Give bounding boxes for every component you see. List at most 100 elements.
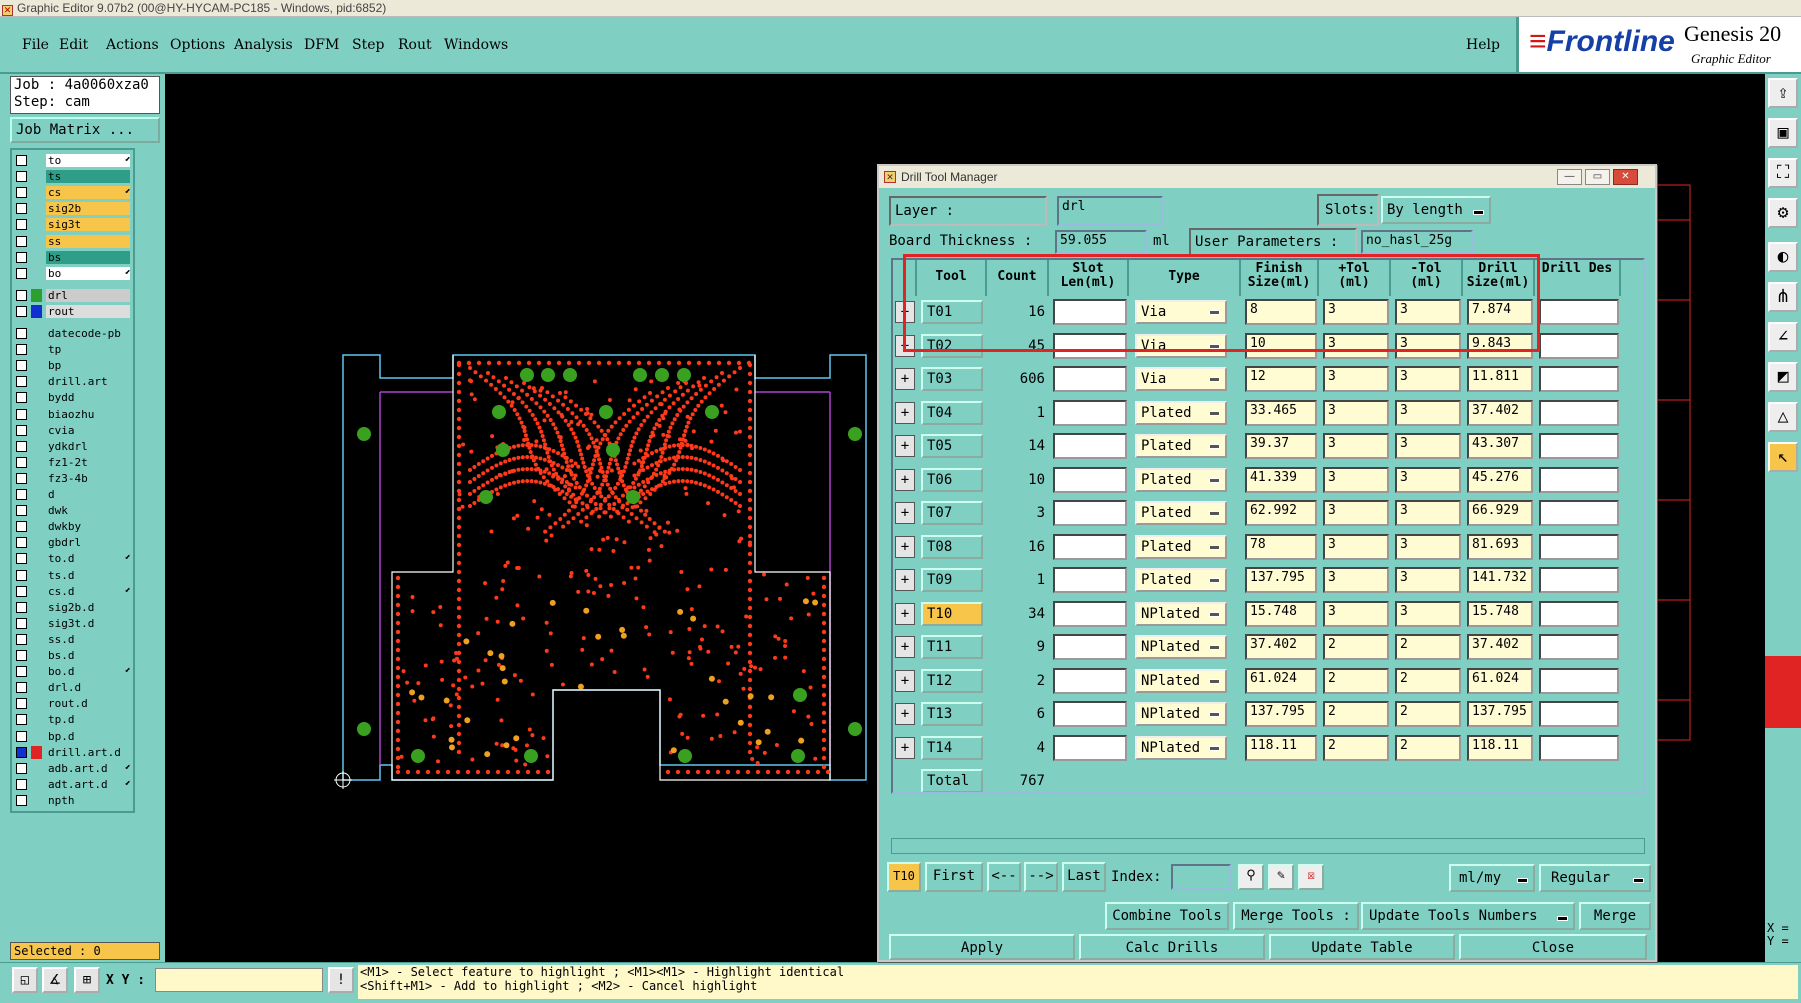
- finish-size-input[interactable]: 61.024: [1245, 667, 1317, 694]
- layer-name[interactable]: drl.d: [46, 681, 130, 695]
- layer-checkbox[interactable]: [16, 328, 27, 339]
- tools-icon[interactable]: ⚙: [1768, 198, 1798, 228]
- menu-rout[interactable]: Rout: [398, 37, 432, 53]
- table-row[interactable]: + T07 3 Plated 62.992 3 3 66.929: [893, 497, 1643, 531]
- menu-options[interactable]: Options: [170, 37, 225, 53]
- minus-tol-input[interactable]: 3: [1395, 399, 1461, 426]
- layer-checkbox[interactable]: [16, 569, 27, 581]
- angle-icon[interactable]: ∠: [1768, 322, 1798, 352]
- expand-icon[interactable]: +: [895, 703, 915, 725]
- slot-len-input[interactable]: [1053, 567, 1127, 593]
- table-row[interactable]: + T13 6 NPlated 137.795 2 2 137.795: [893, 698, 1643, 732]
- layer-row[interactable]: bp: [16, 359, 133, 373]
- drill-des-input[interactable]: [1539, 600, 1619, 627]
- finish-size-input[interactable]: 12: [1245, 366, 1317, 392]
- tool-button[interactable]: T04: [921, 400, 983, 425]
- layer-checkbox[interactable]: [16, 267, 27, 279]
- layer-name[interactable]: sig3t: [46, 218, 130, 232]
- finish-size-input[interactable]: 33.465: [1245, 399, 1317, 426]
- slot-len-input[interactable]: [1053, 433, 1127, 459]
- first-button[interactable]: First: [925, 862, 983, 892]
- layer-row[interactable]: ss: [16, 234, 133, 249]
- layer-checkbox[interactable]: [16, 187, 27, 199]
- layer-checkbox[interactable]: [16, 794, 27, 806]
- layer-name[interactable]: rout: [46, 304, 130, 318]
- thickness-input[interactable]: 59.055: [1055, 230, 1147, 254]
- layer-name[interactable]: to.d: [46, 552, 130, 566]
- layer-row[interactable]: fz1-2t: [16, 455, 133, 470]
- layer-checkbox[interactable]: [16, 456, 27, 468]
- layer-checkbox[interactable]: [16, 440, 27, 452]
- layer-row[interactable]: to.d ⬋: [16, 552, 133, 566]
- drill-size-input[interactable]: 141.732: [1467, 567, 1533, 593]
- layer-checkbox[interactable]: [16, 585, 27, 597]
- layer-row[interactable]: cs ⬋: [16, 186, 133, 200]
- layer-row[interactable]: bs.d: [16, 649, 133, 663]
- table-row[interactable]: + T14 4 NPlated 118.11 2 2 118.11: [893, 732, 1643, 766]
- layer-checkbox[interactable]: [16, 714, 27, 726]
- layer-row[interactable]: bs: [16, 250, 133, 265]
- layer-checkbox[interactable]: [16, 360, 27, 372]
- plus-tol-input[interactable]: 2: [1323, 667, 1389, 694]
- table-row[interactable]: + T11 9 NPlated 37.402 2 2 37.402: [893, 631, 1643, 665]
- finish-size-input[interactable]: 137.795: [1245, 701, 1317, 727]
- measure-icon[interactable]: ◱: [12, 967, 38, 993]
- minus-tol-input[interactable]: 2: [1395, 634, 1461, 660]
- layer-row[interactable]: datecode-pb: [16, 327, 133, 341]
- table-row[interactable]: + T12 2 NPlated 61.024 2 2 61.024: [893, 665, 1643, 699]
- drill-des-input[interactable]: [1539, 366, 1619, 392]
- plus-tol-input[interactable]: 3: [1323, 600, 1389, 627]
- layer-row[interactable]: fz3-4b: [16, 471, 133, 486]
- layer-checkbox[interactable]: [16, 617, 27, 629]
- minus-tol-input[interactable]: 3: [1395, 533, 1461, 560]
- plus-tol-input[interactable]: 2: [1323, 701, 1389, 727]
- tool-button[interactable]: T05: [921, 434, 983, 458]
- info-icon[interactable]: !: [328, 967, 354, 993]
- layer-name[interactable]: fz1-2t: [46, 455, 130, 469]
- layer-name[interactable]: bo.d: [46, 665, 130, 679]
- drill-des-input[interactable]: [1539, 433, 1619, 459]
- slot-len-input[interactable]: [1053, 466, 1127, 493]
- connect-icon[interactable]: ⋔: [1768, 282, 1798, 312]
- layer-name[interactable]: rout.d: [46, 697, 130, 711]
- layer-checkbox[interactable]: [16, 171, 27, 183]
- layer-row[interactable]: cvia: [16, 423, 133, 438]
- layer-field[interactable]: drl: [1057, 196, 1163, 226]
- layer-row[interactable]: gbdrl: [16, 536, 133, 550]
- layer-checkbox[interactable]: [16, 392, 27, 404]
- plus-tol-input[interactable]: 3: [1323, 500, 1389, 526]
- slots-select[interactable]: By length: [1381, 196, 1491, 224]
- finish-size-input[interactable]: 37.402: [1245, 634, 1317, 660]
- minus-tol-input[interactable]: 3: [1395, 500, 1461, 526]
- expand-icon[interactable]: +: [895, 736, 915, 759]
- layer-row[interactable]: bydd: [16, 391, 133, 405]
- last-button[interactable]: Last: [1062, 862, 1106, 892]
- layer-name[interactable]: ss: [46, 234, 130, 248]
- layer-name[interactable]: cs: [46, 186, 130, 200]
- layer-name[interactable]: bs: [46, 250, 130, 264]
- layer-row[interactable]: sig2b: [16, 202, 133, 216]
- layer-checkbox[interactable]: [16, 203, 27, 215]
- layer-checkbox[interactable]: [16, 730, 27, 742]
- merge-button[interactable]: Merge: [1579, 902, 1651, 930]
- tool-button[interactable]: T14: [921, 735, 983, 760]
- shape-icon[interactable]: ◩: [1768, 362, 1798, 392]
- layer-name[interactable]: dwk: [46, 504, 130, 518]
- layer-checkbox[interactable]: [16, 219, 27, 231]
- drill-size-input[interactable]: 15.748: [1467, 600, 1533, 627]
- index-input[interactable]: [1171, 864, 1231, 890]
- layer-name[interactable]: sig2b.d: [46, 600, 130, 614]
- tool-button[interactable]: T06: [921, 467, 983, 492]
- layer-name[interactable]: bo: [46, 266, 130, 280]
- layer-checkbox[interactable]: [16, 408, 27, 420]
- minus-tol-input[interactable]: 3: [1395, 600, 1461, 627]
- slot-len-input[interactable]: [1053, 734, 1127, 761]
- type-select[interactable]: NPlated: [1135, 735, 1227, 760]
- pad-icon[interactable]: ◐: [1768, 242, 1798, 272]
- table-row[interactable]: + T08 16 Plated 78 3 3 81.693: [893, 531, 1643, 565]
- tool-button[interactable]: T03: [921, 367, 983, 391]
- layer-checkbox[interactable]: [16, 666, 27, 678]
- menu-edit[interactable]: Edit: [59, 37, 88, 53]
- layer-name[interactable]: to: [46, 154, 130, 167]
- layer-row[interactable]: d: [16, 488, 133, 502]
